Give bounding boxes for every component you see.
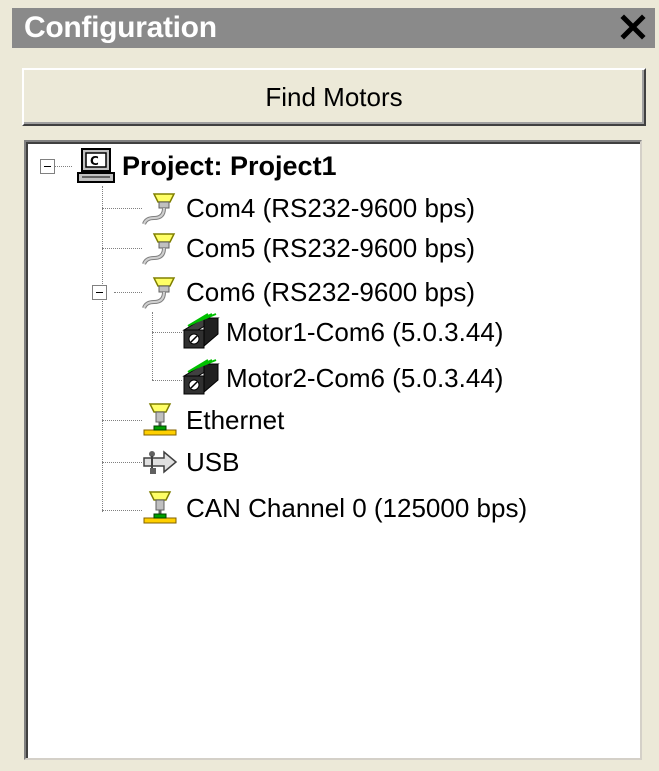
- collapse-com6-toggle[interactable]: [92, 285, 107, 300]
- tree-node-usb[interactable]: USB: [140, 442, 239, 482]
- motor-icon: [182, 313, 220, 349]
- project-tree[interactable]: C Project: Project1 Com4 (RS232-9600 bps…: [24, 140, 642, 760]
- tree-node-com4[interactable]: Com4 (RS232-9600 bps): [140, 188, 475, 228]
- usb-icon: [143, 450, 178, 474]
- tree-node-label: Motor2-Com6 (5.0.3.44): [226, 362, 504, 393]
- tree-line: [102, 510, 142, 511]
- tree-node-label: USB: [186, 446, 240, 477]
- tree-node-label: Com5 (RS232-9600 bps): [186, 232, 476, 263]
- serial-port-icon: [142, 193, 176, 225]
- computer-icon: C: [77, 148, 115, 183]
- tree-node-project[interactable]: C Project: Project1: [76, 146, 337, 186]
- tree-line: [152, 332, 182, 333]
- motor-icon: [182, 359, 220, 395]
- tree-line: [102, 186, 103, 512]
- tree-node-motor1[interactable]: Motor1-Com6 (5.0.3.44): [180, 312, 503, 352]
- tree-line: [54, 166, 72, 167]
- find-motors-button[interactable]: Find Motors: [22, 68, 646, 126]
- tree-node-com6[interactable]: Com6 (RS232-9600 bps): [140, 272, 475, 312]
- close-icon[interactable]: [619, 12, 647, 42]
- tree-node-motor2[interactable]: Motor2-Com6 (5.0.3.44): [180, 358, 503, 398]
- tree-node-label: Motor1-Com6 (5.0.3.44): [226, 316, 504, 347]
- tree-line: [102, 208, 142, 209]
- tree-node-ethernet[interactable]: Ethernet: [140, 400, 284, 440]
- can-bus-icon: [143, 491, 177, 524]
- panel-title: Configuration: [24, 11, 217, 44]
- svg-text:C: C: [90, 154, 99, 168]
- tree-line: [102, 420, 142, 421]
- tree-line: [102, 462, 142, 463]
- titlebar: Configuration: [12, 8, 655, 48]
- collapse-root-toggle[interactable]: [40, 159, 55, 174]
- tree-line: [152, 312, 153, 380]
- tree-node-can-channel[interactable]: CAN Channel 0 (125000 bps): [140, 488, 527, 528]
- configuration-panel: Configuration Find Motors C Project: Pro…: [0, 0, 659, 771]
- tree-node-label: CAN Channel 0 (125000 bps): [186, 492, 528, 523]
- tree-node-com5[interactable]: Com5 (RS232-9600 bps): [140, 228, 475, 268]
- tree-line: [114, 292, 142, 293]
- tree-node-label: Project: Project1: [122, 150, 337, 181]
- serial-port-icon: [142, 233, 176, 265]
- tree-node-label: Com6 (RS232-9600 bps): [186, 276, 476, 307]
- ethernet-icon: [143, 403, 177, 436]
- tree-line: [102, 248, 142, 249]
- tree-node-label: Ethernet: [186, 404, 285, 435]
- tree-node-label: Com4 (RS232-9600 bps): [186, 192, 476, 223]
- tree-line: [152, 380, 182, 381]
- serial-port-icon: [142, 277, 176, 309]
